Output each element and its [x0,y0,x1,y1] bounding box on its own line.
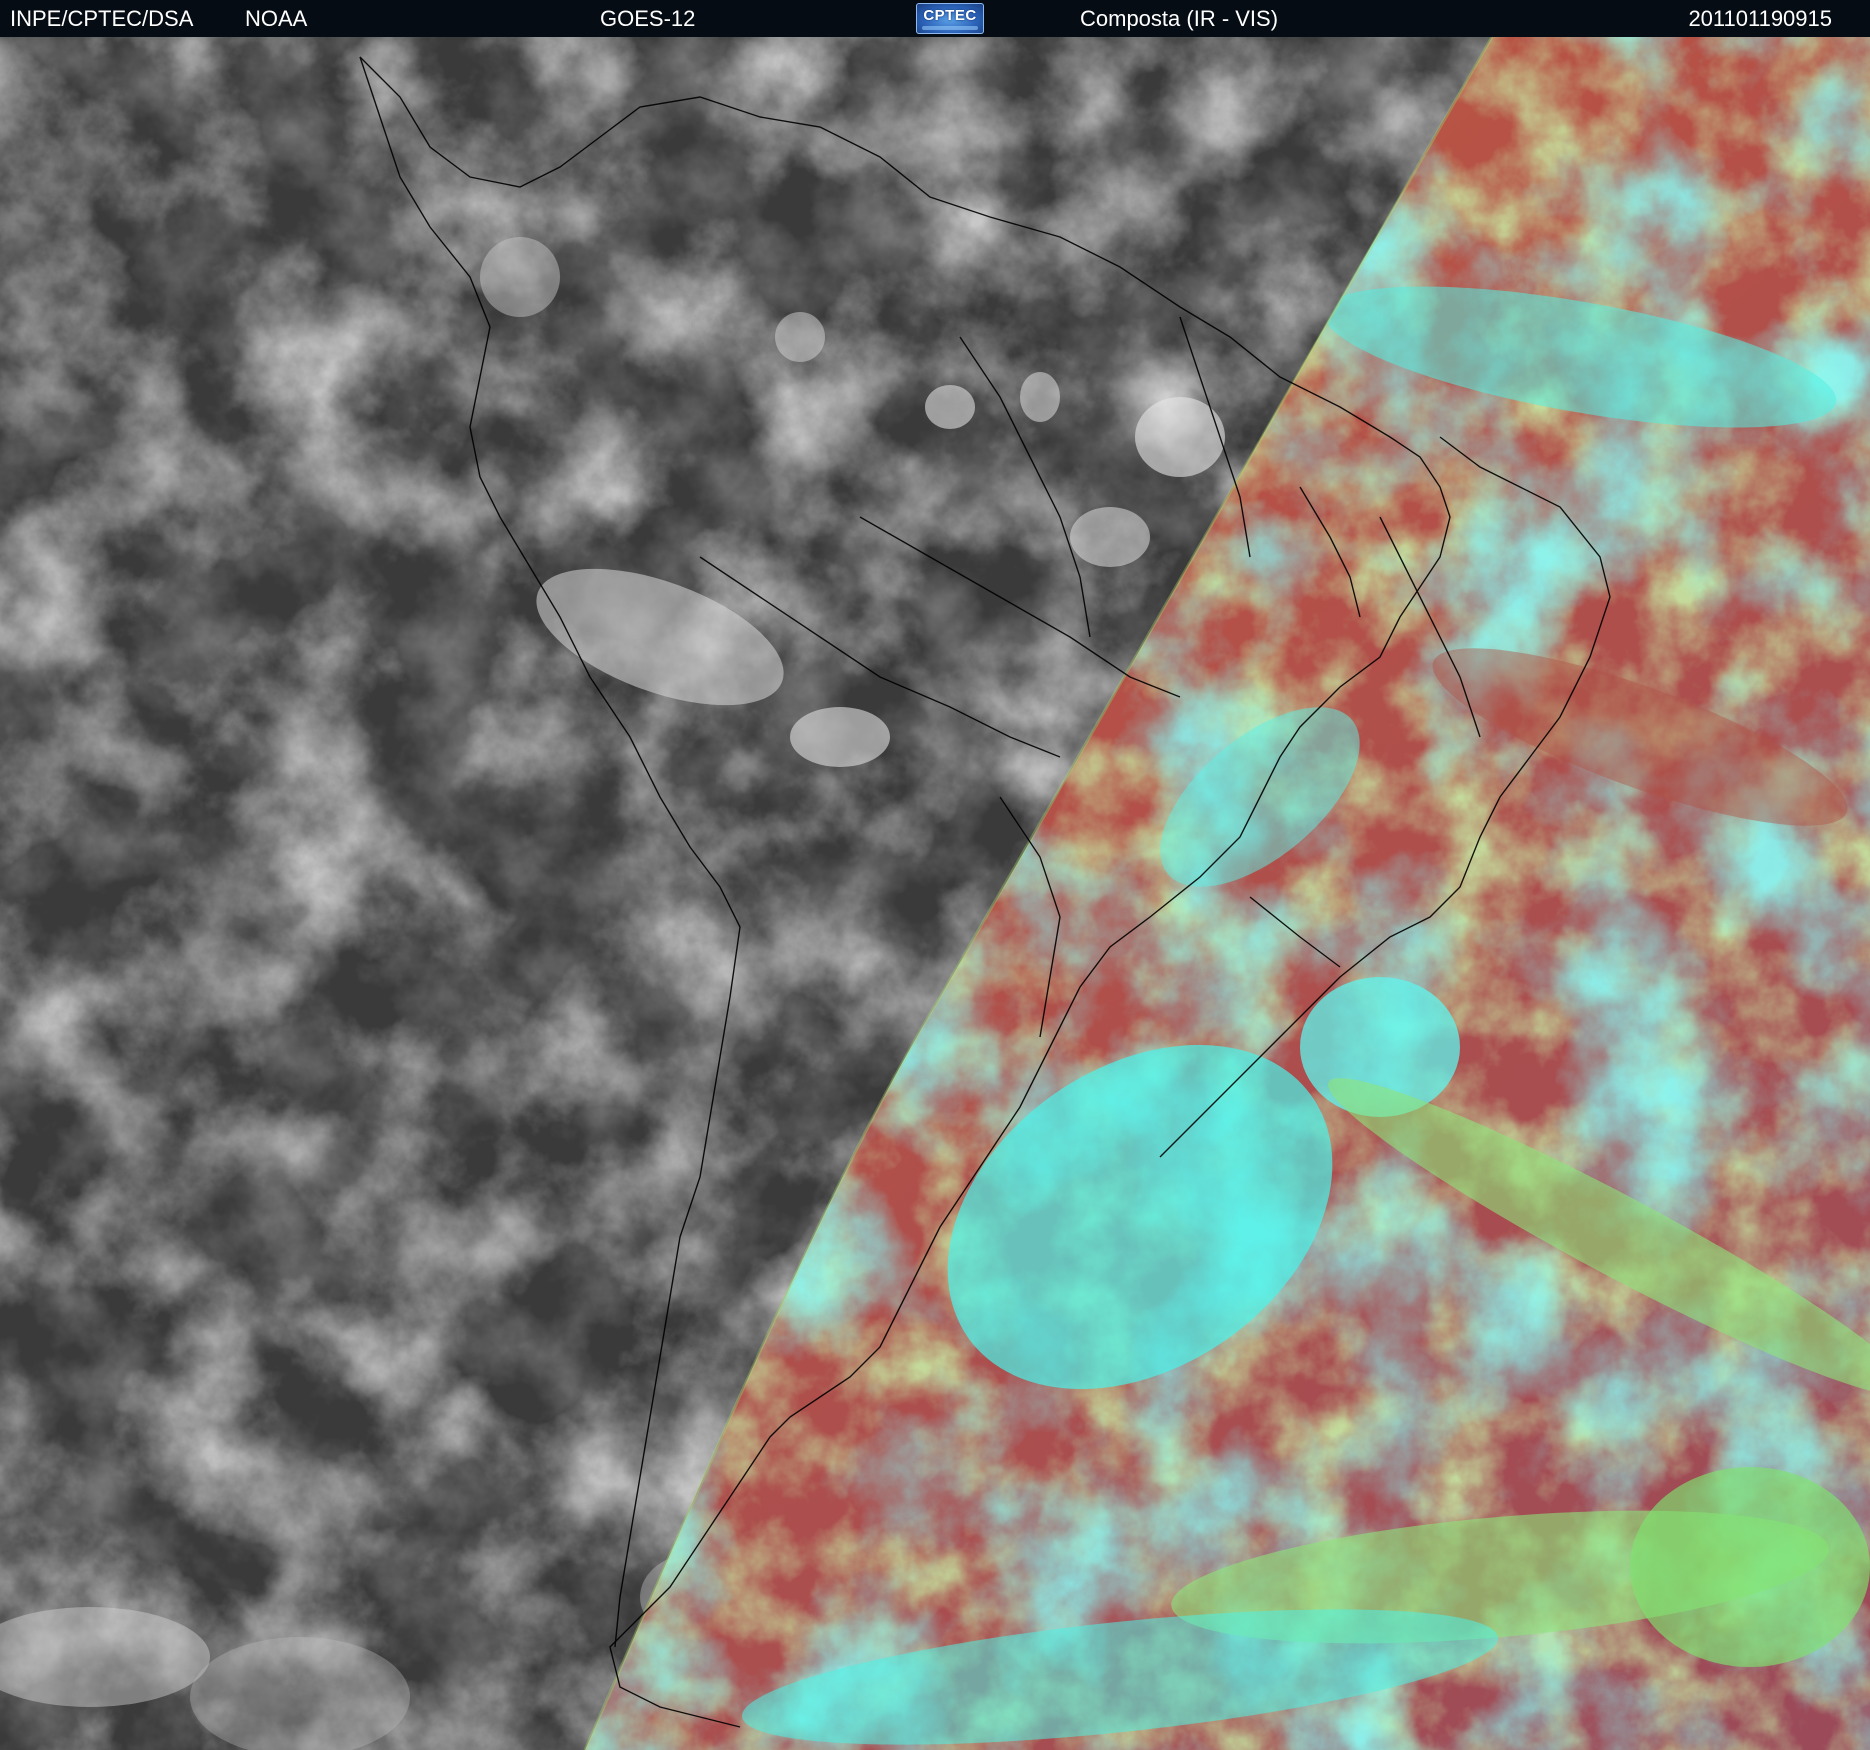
cptec-logo: CPTEC [916,3,984,34]
timestamp-label: 201101190915 [1688,6,1832,31]
satellite-label: GOES-12 [600,6,696,31]
image-header-bar: INPE/CPTEC/DSA NOAA GOES-12 CPTEC Compos… [0,0,1870,37]
agency-label: NOAA [245,6,308,31]
product-label: Composta (IR - VIS) [1080,6,1279,31]
cptec-logo-text: CPTEC [923,7,977,24]
logo-swoosh-icon [922,26,978,30]
satellite-image-frame: INPE/CPTEC/DSA NOAA GOES-12 CPTEC Compos… [0,0,1870,1750]
satellite-imagery [0,37,1870,1750]
organization-label: INPE/CPTEC/DSA [10,6,194,31]
